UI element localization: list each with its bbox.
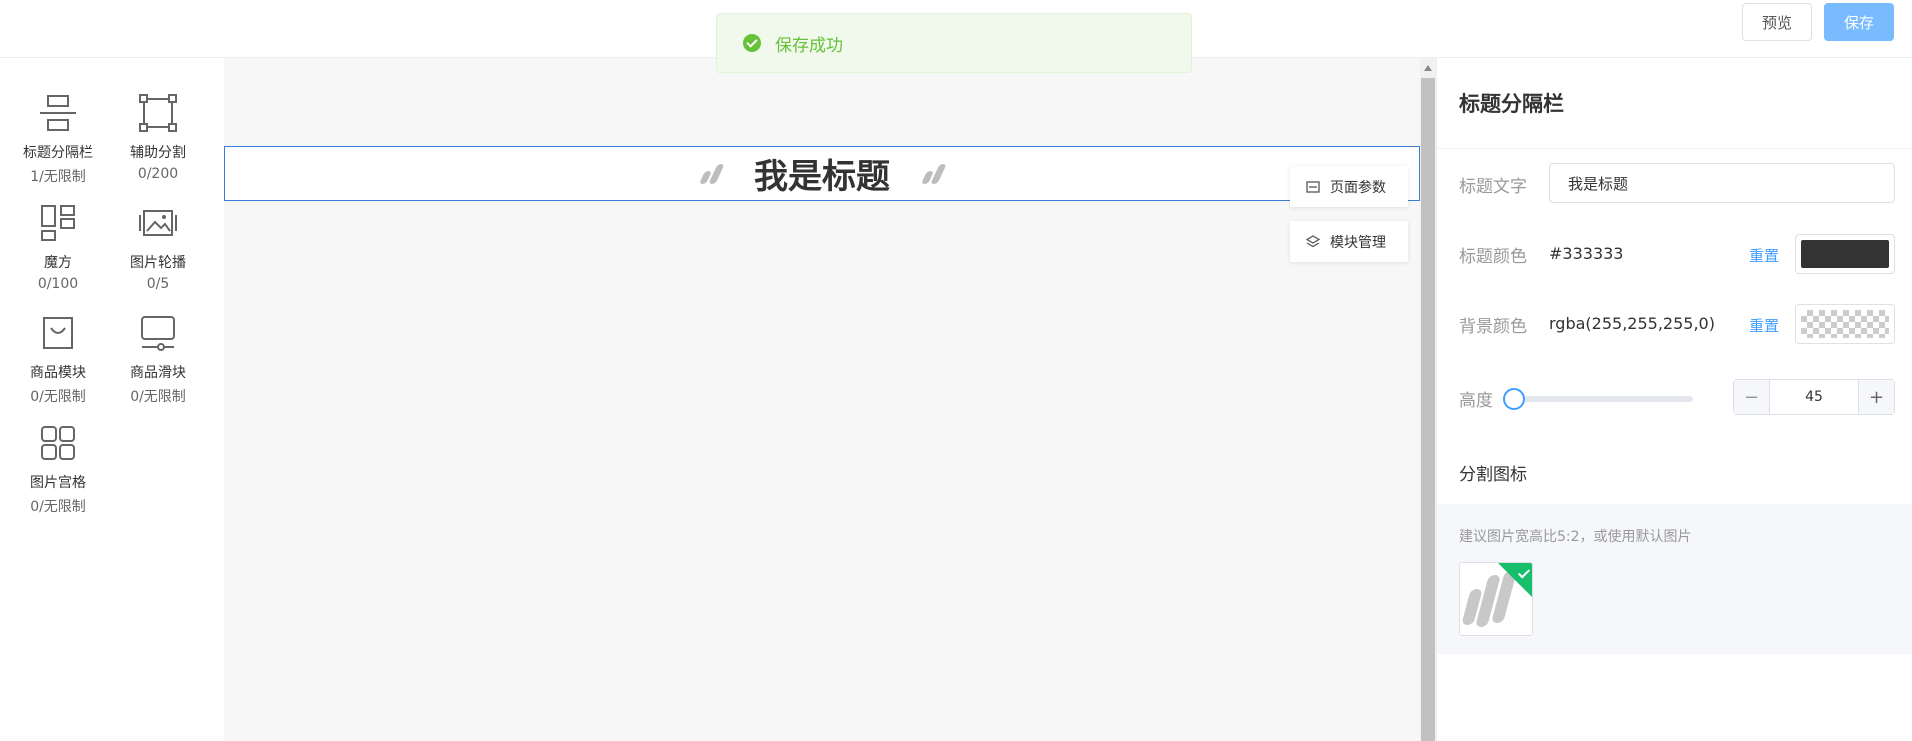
title-color-picker[interactable] xyxy=(1795,234,1895,274)
component-name: 辅助分割 xyxy=(130,145,186,161)
height-slider-handle[interactable] xyxy=(1503,388,1525,410)
title-color-label: 标题颜色 xyxy=(1459,247,1527,267)
preview-button[interactable]: 预览 xyxy=(1742,3,1812,41)
scrollbar-thumb[interactable] xyxy=(1421,78,1435,741)
editor-canvas[interactable]: 我是标题 页面参数 模块管理 xyxy=(224,58,1420,741)
title-divider-block[interactable]: 我是标题 xyxy=(224,146,1420,201)
reset-title-color-button[interactable]: 重置 xyxy=(1749,245,1779,266)
height-input[interactable]: 45 xyxy=(1770,380,1858,414)
component-name: 图片轮播 xyxy=(130,255,186,271)
bg-color-value: rgba(255,255,255,0) xyxy=(1549,314,1715,333)
save-button[interactable]: 保存 xyxy=(1824,3,1894,41)
increase-button[interactable]: + xyxy=(1858,380,1894,414)
title-divider-icon xyxy=(40,95,76,131)
image-carousel-icon xyxy=(139,210,177,236)
layers-icon xyxy=(1306,234,1320,247)
component-count: 1/无限制 xyxy=(30,169,86,185)
component-name: 标题分隔栏 xyxy=(23,145,93,161)
bg-color-swatch xyxy=(1801,310,1889,338)
image-hint: 建议图片宽高比5:2，或使用默认图片 xyxy=(1459,529,1692,545)
canvas-title-text: 我是标题 xyxy=(754,157,890,197)
divider-icon-section-title: 分割图标 xyxy=(1459,465,1527,485)
divider-slash-icon xyxy=(698,163,725,184)
height-stepper[interactable]: − 45 + xyxy=(1733,379,1895,415)
reset-bg-color-button[interactable]: 重置 xyxy=(1749,315,1779,336)
bg-color-label: 背景颜色 xyxy=(1459,317,1527,337)
component-count: 0/100 xyxy=(37,276,79,292)
title-text-label: 标题文字 xyxy=(1459,177,1527,197)
shopping-bag-icon xyxy=(43,317,73,349)
title-color-swatch xyxy=(1801,240,1889,268)
component-auxiliary-divider[interactable]: 辅助分割 0/200 xyxy=(108,92,208,182)
component-image-grid[interactable]: 图片宫格 0/无限制 xyxy=(8,422,108,516)
component-count: 0/无限制 xyxy=(30,389,86,405)
panel-title: 标题分隔栏 xyxy=(1459,92,1564,116)
monitor-slider-icon xyxy=(141,316,175,351)
component-title-divider[interactable]: 标题分隔栏 1/无限制 xyxy=(8,92,108,186)
divider xyxy=(1437,148,1912,149)
component-panel: 标题分隔栏 1/无限制 辅助分割 0/200 魔方 0/100 图片轮播 0/5… xyxy=(0,58,224,741)
grid-layout-icon xyxy=(41,205,75,241)
page-params-label: 页面参数 xyxy=(1330,179,1386,196)
component-count: 0/5 xyxy=(146,276,170,292)
divider-icon-section: 建议图片宽高比5:2，或使用默认图片 xyxy=(1437,504,1912,654)
decrease-button[interactable]: − xyxy=(1734,380,1770,414)
component-name: 商品模块 xyxy=(30,365,86,381)
divider-slash-icon xyxy=(920,163,947,184)
scroll-up-arrow-icon[interactable] xyxy=(1424,65,1432,71)
success-toast: 保存成功 xyxy=(716,13,1192,73)
module-manage-button[interactable]: 模块管理 xyxy=(1290,221,1408,262)
component-goods-module[interactable]: 商品模块 0/无限制 xyxy=(8,312,108,406)
component-magic-cube[interactable]: 魔方 0/100 xyxy=(8,202,108,292)
component-name: 商品滑块 xyxy=(130,365,186,381)
properties-panel: 标题分隔栏 标题文字 我是标题 标题颜色 #333333 重置 背景颜色 rgb… xyxy=(1436,58,1912,741)
component-name: 图片宫格 xyxy=(30,475,86,491)
height-label: 高度 xyxy=(1459,391,1493,411)
title-text-input[interactable]: 我是标题 xyxy=(1549,163,1895,203)
component-image-carousel[interactable]: 图片轮播 0/5 xyxy=(108,202,208,292)
canvas-scrollbar[interactable] xyxy=(1420,58,1436,741)
height-slider-track[interactable] xyxy=(1513,396,1693,402)
toast-message: 保存成功 xyxy=(775,35,843,56)
page-icon xyxy=(1306,180,1320,193)
component-count: 0/无限制 xyxy=(130,389,186,405)
check-circle-icon xyxy=(743,34,761,52)
component-count: 0/无限制 xyxy=(30,499,86,515)
module-manage-label: 模块管理 xyxy=(1330,234,1386,251)
bg-color-picker[interactable] xyxy=(1795,304,1895,344)
title-color-value: #333333 xyxy=(1549,244,1624,263)
component-goods-slider[interactable]: 商品滑块 0/无限制 xyxy=(108,312,208,406)
page-params-button[interactable]: 页面参数 xyxy=(1290,166,1408,207)
component-count: 0/200 xyxy=(137,166,179,182)
component-name: 魔方 xyxy=(44,255,72,271)
four-grid-icon xyxy=(41,426,75,460)
default-divider-image[interactable] xyxy=(1459,562,1533,636)
frame-icon xyxy=(139,94,177,132)
